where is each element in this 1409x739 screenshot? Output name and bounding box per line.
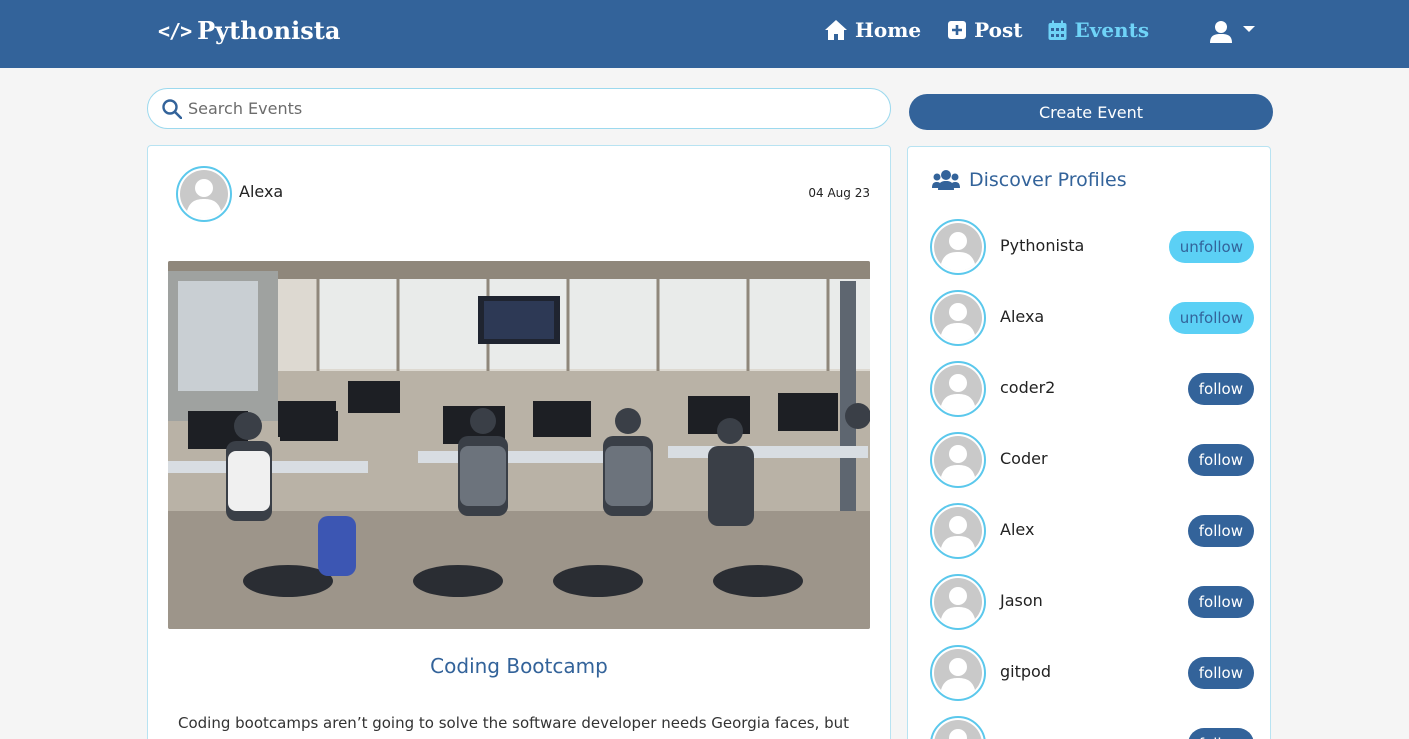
brand-name: Pythonista: [197, 16, 341, 45]
calendar-icon: [1048, 20, 1067, 40]
default-avatar-icon: [934, 294, 982, 343]
unfollow-button[interactable]: unfollow: [1168, 302, 1254, 334]
search-input[interactable]: [188, 99, 868, 118]
default-avatar-icon: [934, 720, 982, 739]
avatar[interactable]: [930, 361, 986, 417]
plus-square-icon: [948, 21, 967, 39]
profile-row: Alex follow: [930, 503, 1254, 559]
profile-name[interactable]: gitpod: [1000, 662, 1051, 681]
event-image: [168, 261, 870, 629]
avatar[interactable]: [930, 432, 986, 488]
avatar[interactable]: [930, 716, 986, 739]
event-title[interactable]: Coding Bootcamp: [148, 654, 890, 678]
create-event-button[interactable]: Create Event: [909, 94, 1273, 130]
nav-events-label: Events: [1074, 18, 1150, 42]
code-icon: </>: [158, 18, 192, 43]
nav-home[interactable]: Home: [824, 18, 921, 42]
brand-logo[interactable]: </> Pythonista: [158, 16, 340, 45]
discover-profiles-header: Discover Profiles: [932, 169, 1127, 191]
avatar[interactable]: [930, 290, 986, 346]
profile-row: Pythonista unfollow: [930, 219, 1254, 275]
unfollow-button[interactable]: unfollow: [1168, 231, 1254, 263]
event-author-name[interactable]: Alexa: [239, 182, 283, 201]
follow-button[interactable]: follow: [1187, 657, 1254, 689]
nav-links: Home Post Events: [824, 18, 1175, 42]
avatar[interactable]: [930, 645, 986, 701]
profile-row: coder2 follow: [930, 361, 1254, 417]
event-description: Coding bootcamps aren’t going to solve t…: [178, 714, 850, 732]
profile-name[interactable]: Coder: [1000, 449, 1048, 468]
nav-post-label: Post: [974, 18, 1023, 42]
user-menu-dropdown[interactable]: [1209, 20, 1255, 44]
user-icon: [1210, 21, 1232, 43]
default-avatar-icon: [934, 436, 982, 485]
follow-button[interactable]: follow: [1187, 586, 1254, 618]
navbar: </> Pythonista Home Post Events: [0, 0, 1409, 68]
follow-button[interactable]: follow: [1187, 373, 1254, 405]
profile-name[interactable]: Alex: [1000, 520, 1034, 539]
chevron-down-icon: [1243, 26, 1255, 32]
avatar[interactable]: [930, 574, 986, 630]
avatar[interactable]: [176, 166, 232, 222]
search-bar: [147, 88, 891, 129]
nav-events[interactable]: Events: [1048, 18, 1149, 42]
default-avatar-icon: [934, 365, 982, 414]
home-icon: [825, 20, 847, 40]
profile-row: Alexa unfollow: [930, 290, 1254, 346]
profile-row: follow: [930, 716, 1254, 739]
avatar[interactable]: [930, 503, 986, 559]
users-icon: [932, 170, 960, 190]
profile-name[interactable]: Alexa: [1000, 307, 1044, 326]
follow-button[interactable]: follow: [1187, 728, 1254, 739]
nav-home-label: Home: [855, 18, 922, 42]
profile-name[interactable]: coder2: [1000, 378, 1055, 397]
profile-row: gitpod follow: [930, 645, 1254, 701]
default-avatar-icon: [934, 578, 982, 627]
default-avatar-icon: [180, 170, 228, 219]
search-icon: [162, 98, 182, 119]
discover-profiles-card: Discover Profiles Pythonista unfollow Alex…: [907, 146, 1271, 739]
default-avatar-icon: [934, 649, 982, 698]
profile-row: Coder follow: [930, 432, 1254, 488]
follow-button[interactable]: follow: [1187, 515, 1254, 547]
avatar[interactable]: [930, 219, 986, 275]
nav-post[interactable]: Post: [947, 18, 1022, 42]
event-card: Alexa 04 Aug 23 Coding Bootcamp Coding b…: [147, 145, 891, 739]
discover-profiles-title: Discover Profiles: [969, 169, 1127, 191]
profile-row: Jason follow: [930, 574, 1254, 630]
event-date: 04 Aug 23: [808, 186, 870, 200]
follow-button[interactable]: follow: [1187, 444, 1254, 476]
default-avatar-icon: [934, 223, 982, 272]
profile-name[interactable]: Pythonista: [1000, 236, 1084, 255]
default-avatar-icon: [934, 507, 982, 556]
profile-name[interactable]: Jason: [1000, 591, 1043, 610]
